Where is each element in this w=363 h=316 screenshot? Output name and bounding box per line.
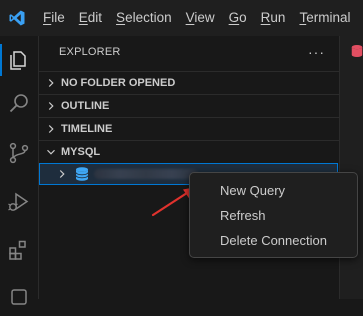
files-icon: [10, 51, 26, 70]
search-icon: [9, 94, 28, 113]
database-icon[interactable]: [350, 44, 363, 58]
database-icon: [75, 167, 89, 181]
menu-edit[interactable]: Edit: [72, 0, 109, 36]
vscode-logo-icon: [8, 9, 26, 27]
search-button[interactable]: [0, 84, 38, 124]
menu-bar: File Edit Selection View Go Run Terminal…: [36, 0, 363, 36]
explorer-button[interactable]: [0, 40, 38, 80]
section-label: TIMELINE: [61, 123, 113, 135]
activity-bar: [0, 36, 39, 305]
extensions-button[interactable]: [0, 230, 38, 270]
section-mysql[interactable]: MYSQL: [39, 140, 339, 163]
chevron-right-icon: [43, 75, 59, 91]
menu-run[interactable]: Run: [254, 0, 293, 36]
menu-view[interactable]: View: [179, 0, 222, 36]
run-debug-button[interactable]: [0, 182, 38, 222]
redacted-connection-name: [94, 169, 198, 179]
accounts-button[interactable]: [0, 276, 38, 316]
menu-item-new-query[interactable]: New Query: [190, 178, 357, 203]
context-menu: New Query Refresh Delete Connection: [189, 172, 358, 258]
editor-area: [339, 36, 363, 299]
chevron-right-icon: [43, 98, 59, 114]
section-no-folder-opened[interactable]: NO FOLDER OPENED: [39, 71, 339, 94]
source-control-button[interactable]: [0, 133, 38, 173]
extensions-icon: [9, 240, 26, 260]
title-bar: File Edit Selection View Go Run Terminal…: [0, 0, 363, 36]
section-outline[interactable]: OUTLINE: [39, 94, 339, 117]
menu-item-delete-connection[interactable]: Delete Connection: [190, 228, 357, 253]
more-actions-icon[interactable]: ···: [308, 44, 325, 60]
accounts-icon: [11, 289, 27, 305]
menu-help[interactable]: H: [357, 0, 363, 36]
section-timeline[interactable]: TIMELINE: [39, 117, 339, 140]
menu-item-refresh[interactable]: Refresh: [190, 203, 357, 228]
sidebar-title: EXPLORER: [59, 46, 121, 58]
chevron-right-icon: [54, 166, 70, 182]
section-label: OUTLINE: [61, 100, 110, 112]
menu-file[interactable]: File: [36, 0, 72, 36]
run-debug-icon: [8, 192, 29, 211]
section-label: NO FOLDER OPENED: [61, 77, 176, 89]
chevron-down-icon: [43, 144, 59, 160]
explorer-sidebar: EXPLORER ··· NO FOLDER OPENED OUTLINE TI…: [39, 36, 339, 299]
section-label: MYSQL: [61, 146, 101, 158]
source-control-icon: [9, 142, 29, 164]
chevron-right-icon: [43, 121, 59, 137]
sidebar-header: EXPLORER ···: [39, 36, 339, 68]
menu-selection[interactable]: Selection: [109, 0, 179, 36]
menu-go[interactable]: Go: [222, 0, 254, 36]
menu-terminal[interactable]: Terminal: [292, 0, 357, 36]
